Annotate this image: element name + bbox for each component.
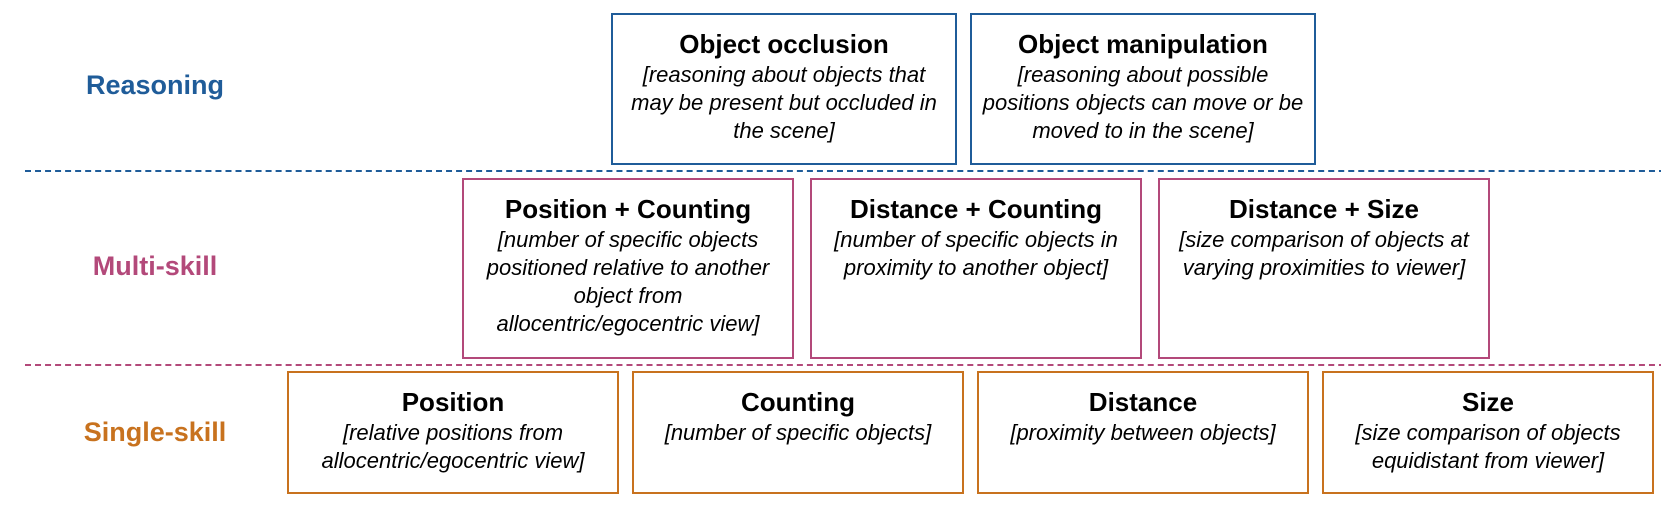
tier-label-single-skill: Single-skill xyxy=(83,417,227,447)
box-position: Position [relative positions from alloce… xyxy=(287,371,619,494)
box-description: [size comparison of objects equidistant … xyxy=(1355,420,1621,473)
box-description: [number of specific objects positioned r… xyxy=(486,227,770,336)
box-title: Distance xyxy=(1088,387,1198,417)
box-title: Object occlusion xyxy=(679,29,889,59)
box-object-manipulation: Object manipulation [reasoning about pos… xyxy=(970,13,1316,165)
box-distance-size: Distance + Size [size comparison of obje… xyxy=(1158,178,1490,359)
box-title: Size xyxy=(1461,387,1515,417)
tier-label-reasoning: Reasoning xyxy=(85,70,225,100)
box-description: [relative positions from allocentric/ego… xyxy=(321,420,585,473)
box-description: [size comparison of objects at varying p… xyxy=(1179,227,1469,280)
box-title: Distance + Counting xyxy=(849,194,1103,224)
box-counting: Counting [number of specific objects] xyxy=(632,371,964,494)
divider-multi-single xyxy=(25,364,1661,366)
box-object-occlusion: Object occlusion [reasoning about object… xyxy=(611,13,957,165)
box-title: Counting xyxy=(740,387,856,417)
box-description: [reasoning about objects that may be pre… xyxy=(631,62,937,143)
box-position-counting: Position + Counting [number of specific … xyxy=(462,178,794,359)
box-title: Position + Counting xyxy=(504,194,752,224)
box-distance-counting: Distance + Counting [number of specific … xyxy=(810,178,1142,359)
tier-label-multi-skill: Multi-skill xyxy=(92,251,218,281)
box-distance: Distance [proximity between objects] xyxy=(977,371,1309,494)
box-description: [number of specific objects in proximity… xyxy=(834,227,1118,280)
box-description: [proximity between objects] xyxy=(1010,420,1276,445)
box-description: [number of specific objects] xyxy=(664,420,932,445)
box-size: Size [size comparison of objects equidis… xyxy=(1322,371,1654,494)
box-description: [reasoning about possible positions obje… xyxy=(982,62,1304,143)
box-title: Position xyxy=(401,387,505,417)
divider-reasoning-multi xyxy=(25,170,1661,172)
box-title: Distance + Size xyxy=(1228,194,1420,224)
box-title: Object manipulation xyxy=(1018,29,1268,59)
